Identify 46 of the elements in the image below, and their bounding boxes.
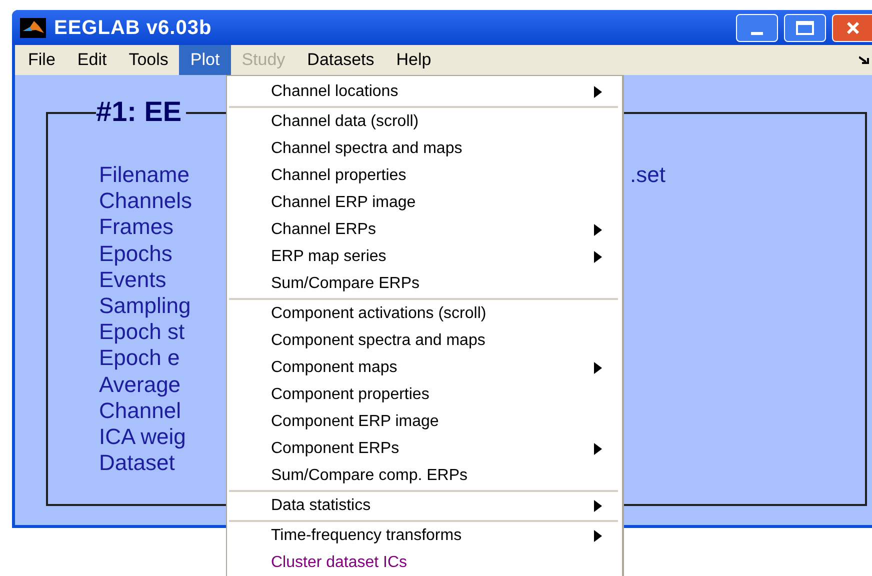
dropdown-item[interactable]: Channel ERP image: [229, 189, 618, 216]
info-label: Epochs: [99, 240, 172, 267]
menu-item[interactable]: Tools: [118, 45, 180, 75]
dropdown-item[interactable]: Component ERPs: [229, 435, 618, 462]
dropdown-item[interactable]: Component properties: [229, 381, 618, 408]
app-logo-icon: [20, 18, 46, 38]
info-label: Sampling: [99, 293, 191, 320]
menu-item[interactable]: File: [17, 45, 66, 75]
filename-value: .set: [630, 162, 666, 188]
info-label: Channel: [99, 398, 181, 424]
minimize-button[interactable]: [736, 14, 778, 42]
close-icon: [844, 20, 860, 36]
dropdown-item[interactable]: Data statistics: [229, 492, 618, 519]
close-button[interactable]: [832, 14, 872, 42]
dropdown-item[interactable]: Component maps: [229, 354, 618, 381]
menu-item[interactable]: Help: [385, 45, 442, 75]
info-label: Epoch e: [99, 345, 180, 372]
dropdown-item[interactable]: Component spectra and maps: [229, 327, 618, 354]
dropdown-item[interactable]: Channel locations: [229, 78, 618, 105]
dropdown-item[interactable]: ERP map series: [229, 243, 618, 270]
info-label: Events: [99, 266, 166, 294]
minimize-icon: [751, 32, 763, 34]
dropdown-item[interactable]: Time-frequency transforms: [229, 522, 618, 549]
window-title: EEGLAB v6.03b: [54, 16, 212, 40]
info-label: Frames: [99, 214, 174, 241]
dock-arrow-icon[interactable]: [859, 55, 871, 65]
menu-item[interactable]: Plot: [179, 45, 231, 75]
maximize-button[interactable]: [784, 14, 826, 42]
dropdown-item[interactable]: Component ERP image: [229, 408, 618, 435]
info-label: Average: [99, 372, 181, 398]
dropdown-item[interactable]: Component activations (scroll): [229, 300, 618, 327]
info-label: ICA weig: [99, 424, 186, 450]
info-label: Channels: [99, 188, 192, 214]
dropdown-item[interactable]: Channel spectra and maps: [229, 135, 618, 162]
dropdown-item[interactable]: Channel ERPs: [229, 216, 618, 243]
info-label: Dataset: [99, 450, 175, 476]
dropdown-item[interactable]: Channel data (scroll): [229, 108, 618, 135]
maximize-icon: [796, 20, 814, 34]
dropdown-item[interactable]: Sum/Compare comp. ERPs: [229, 462, 618, 489]
dropdown-item[interactable]: Cluster dataset ICs: [229, 549, 618, 576]
dropdown-item[interactable]: Channel properties: [229, 162, 618, 189]
menu-item[interactable]: Edit: [66, 45, 118, 75]
info-label: Epoch st: [99, 319, 185, 346]
info-label: Filename: [99, 162, 190, 188]
menu-item[interactable]: Datasets: [296, 45, 386, 75]
dropdown-item[interactable]: Sum/Compare ERPs: [229, 270, 618, 297]
